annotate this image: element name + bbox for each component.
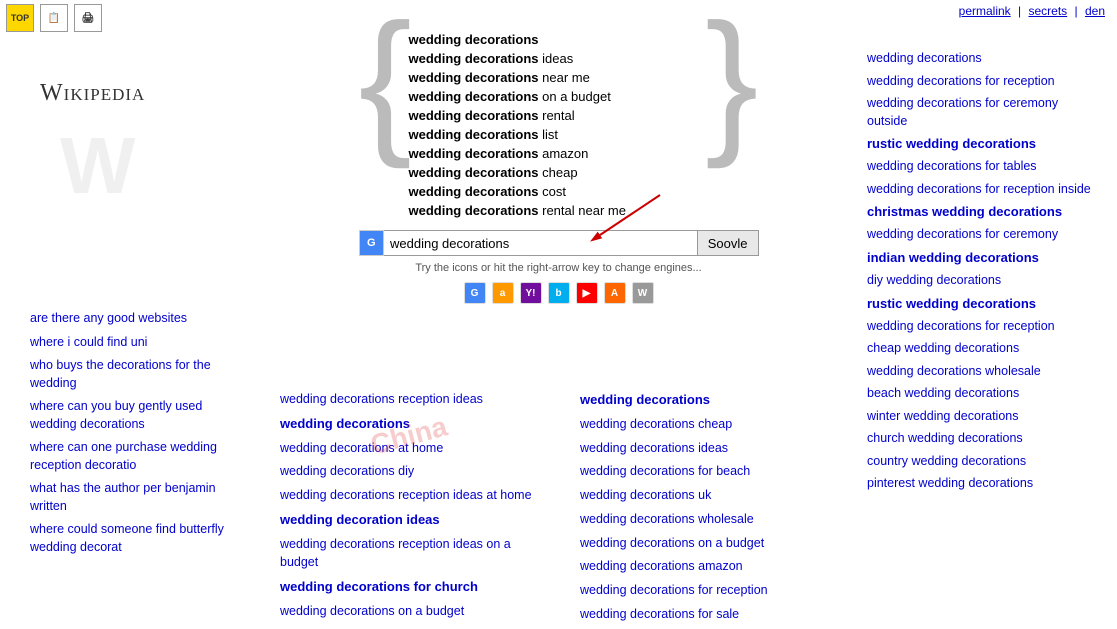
- bottom-center-item[interactable]: wedding decorations uk: [580, 486, 830, 505]
- bottom-center-header[interactable]: wedding decorations: [580, 390, 830, 410]
- right-col-item[interactable]: rustic wedding decorations: [867, 295, 1097, 313]
- engine-icon[interactable]: G: [359, 230, 385, 256]
- autocomplete-item[interactable]: wedding decorations cost: [409, 182, 709, 201]
- search-button[interactable]: Soovle: [698, 230, 759, 256]
- bottom-center-item[interactable]: wedding decorations for sale: [580, 605, 830, 624]
- left-col-item[interactable]: are there any good websites: [30, 310, 250, 328]
- right-col-item[interactable]: christmas wedding decorations: [867, 203, 1097, 221]
- bottom-left-suggestions: wedding decorations reception ideas weddi…: [280, 390, 540, 626]
- bottom-left-item[interactable]: wedding decorations diy: [280, 462, 540, 481]
- bottom-left-item[interactable]: wedding decorations at home: [280, 439, 540, 458]
- left-col-item[interactable]: where can one purchase wedding reception…: [30, 439, 250, 474]
- google-engine-icon[interactable]: G: [464, 282, 486, 304]
- left-col-item[interactable]: where can you buy gently used wedding de…: [30, 398, 250, 433]
- right-col-item[interactable]: beach wedding decorations: [867, 385, 1097, 403]
- autocomplete-item[interactable]: wedding decorations ideas: [409, 49, 709, 68]
- right-col-item[interactable]: wedding decorations for ceremony: [867, 226, 1097, 244]
- right-col-item[interactable]: wedding decorations wholesale: [867, 363, 1097, 381]
- right-col-item[interactable]: country wedding decorations: [867, 453, 1097, 471]
- autocomplete-item[interactable]: wedding decorations list: [409, 125, 709, 144]
- left-col-item[interactable]: what has the author per benjamin written: [30, 480, 250, 515]
- right-col-item[interactable]: pinterest wedding decorations: [867, 475, 1097, 493]
- right-col-item[interactable]: indian wedding decorations: [867, 249, 1097, 267]
- bottom-left-item[interactable]: wedding decorations for church: [280, 577, 540, 597]
- yahoo-engine-icon[interactable]: Y!: [520, 282, 542, 304]
- wikipedia-title: Wikipedia: [40, 80, 145, 106]
- bottom-center-item[interactable]: wedding decorations for reception: [580, 581, 830, 600]
- left-col-item[interactable]: who buys the decorations for the wedding: [30, 357, 250, 392]
- permalink-link[interactable]: permalink: [959, 4, 1011, 18]
- right-col-item[interactable]: church wedding decorations: [867, 430, 1097, 448]
- wikipedia-logo: Wikipedia: [40, 80, 145, 107]
- wiki-engine-icon[interactable]: W: [632, 282, 654, 304]
- bottom-center-item[interactable]: wedding decorations cheap: [580, 415, 830, 434]
- bottom-center-item[interactable]: wedding decorations amazon: [580, 557, 830, 576]
- right-col-item[interactable]: diy wedding decorations: [867, 272, 1097, 290]
- youtube-engine-icon[interactable]: ▶: [576, 282, 598, 304]
- right-col-item[interactable]: cheap wedding decorations: [867, 340, 1097, 358]
- right-col-item[interactable]: wedding decorations for tables: [867, 158, 1097, 176]
- bottom-left-header[interactable]: wedding decorations reception ideas: [280, 390, 540, 409]
- bottom-left-item[interactable]: wedding decorations reception ideas on a…: [280, 535, 540, 573]
- bing-engine-icon[interactable]: b: [548, 282, 570, 304]
- print-icon[interactable]: 🖨: [74, 4, 102, 32]
- bottom-left-item[interactable]: wedding decorations reception ideas at h…: [280, 486, 540, 505]
- autocomplete-item[interactable]: wedding decorations amazon: [409, 144, 709, 163]
- clipboard-icon[interactable]: 📋: [40, 4, 68, 32]
- right-column: wedding decorations wedding decorations f…: [867, 50, 1097, 498]
- bottom-center-item[interactable]: wedding decorations ideas: [580, 439, 830, 458]
- bottom-left-item[interactable]: wedding decorations: [280, 414, 540, 434]
- bracket-container: { wedding decorationswedding decorations…: [359, 0, 759, 250]
- right-col-item[interactable]: winter wedding decorations: [867, 408, 1097, 426]
- search-input[interactable]: [384, 230, 698, 256]
- engine-icons-row: G a Y! b ▶ A W: [359, 282, 759, 304]
- bottom-center-suggestions: wedding decorations wedding decorations c…: [580, 390, 830, 629]
- autocomplete-item[interactable]: wedding decorations rental: [409, 106, 709, 125]
- search-area: G Soovle Try the icons or hit the right-…: [359, 230, 759, 304]
- left-bracket: {: [359, 0, 412, 250]
- amazon-engine-icon[interactable]: a: [492, 282, 514, 304]
- left-column: are there any good websites where i could…: [30, 310, 250, 562]
- answers-engine-icon[interactable]: A: [604, 282, 626, 304]
- autocomplete-item[interactable]: wedding decorations: [409, 30, 709, 49]
- bottom-center-item[interactable]: wedding decorations for beach: [580, 462, 830, 481]
- autocomplete-item[interactable]: wedding decorations cheap: [409, 163, 709, 182]
- autocomplete-list: wedding decorationswedding decorations i…: [399, 10, 719, 240]
- autocomplete-panel: { wedding decorationswedding decorations…: [280, 0, 837, 250]
- left-col-item[interactable]: where i could find uni: [30, 334, 250, 352]
- bottom-left-item[interactable]: wedding decoration ideas: [280, 510, 540, 530]
- top-icons: TOP 📋 🖨: [6, 4, 102, 32]
- top-icon[interactable]: TOP: [6, 4, 34, 32]
- left-col-item[interactable]: where could someone find butterfly weddi…: [30, 521, 250, 556]
- top-bar: permalink | secrets | den: [947, 0, 1117, 22]
- right-col-item[interactable]: rustic wedding decorations: [867, 135, 1097, 153]
- right-col-item[interactable]: wedding decorations for ceremony outside: [867, 95, 1097, 130]
- right-col-item[interactable]: wedding decorations for reception inside: [867, 181, 1097, 199]
- bottom-center-item[interactable]: wedding decorations on a budget: [580, 534, 830, 553]
- autocomplete-item[interactable]: wedding decorations rental near me: [409, 201, 709, 220]
- den-link[interactable]: den: [1085, 4, 1105, 18]
- hint-text: Try the icons or hit the right-arrow key…: [359, 262, 759, 274]
- right-col-item[interactable]: wedding decorations for reception: [867, 318, 1097, 336]
- right-bracket: }: [705, 0, 758, 250]
- search-row: G Soovle: [359, 230, 759, 256]
- right-col-item[interactable]: wedding decorations: [867, 50, 1097, 68]
- wiki-watermark: W: [60, 120, 136, 212]
- right-col-item[interactable]: wedding decorations for reception: [867, 73, 1097, 91]
- autocomplete-item[interactable]: wedding decorations near me: [409, 68, 709, 87]
- bottom-center-item[interactable]: wedding decorations wholesale: [580, 510, 830, 529]
- secrets-link[interactable]: secrets: [1028, 4, 1067, 18]
- autocomplete-item[interactable]: wedding decorations on a budget: [409, 87, 709, 106]
- bottom-left-item[interactable]: wedding decorations on a budget: [280, 602, 540, 621]
